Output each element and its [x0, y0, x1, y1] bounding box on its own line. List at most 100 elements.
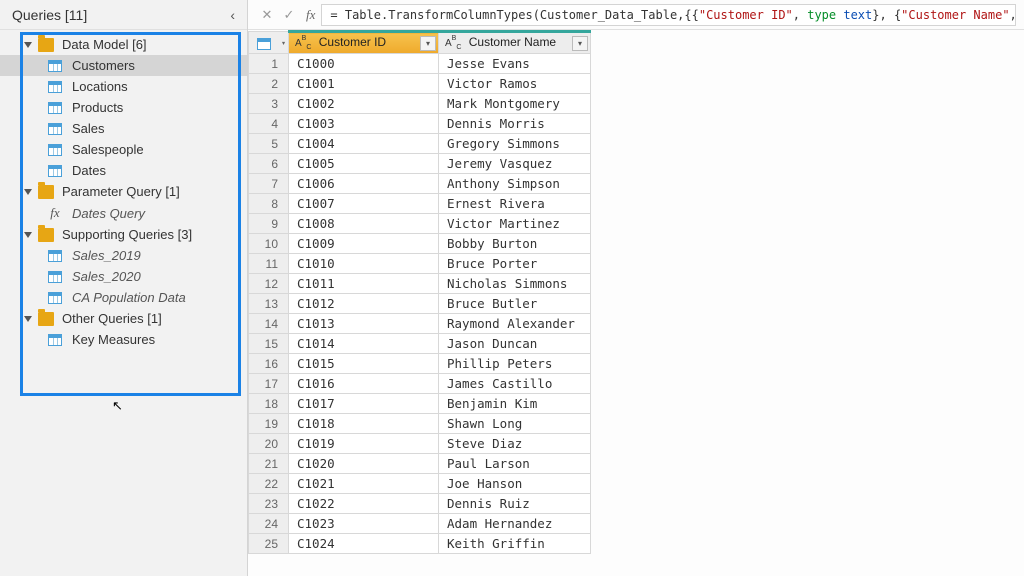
query-item[interactable]: Customers: [0, 55, 247, 76]
table-row[interactable]: 20C1019Steve Diaz: [249, 434, 591, 454]
table-row[interactable]: 14C1013Raymond Alexander: [249, 314, 591, 334]
cell-customer-id[interactable]: C1006: [289, 174, 439, 194]
table-row[interactable]: 6C1005Jeremy Vasquez: [249, 154, 591, 174]
cell-customer-id[interactable]: C1021: [289, 474, 439, 494]
table-row[interactable]: 17C1016James Castillo: [249, 374, 591, 394]
cell-customer-name[interactable]: Jesse Evans: [439, 54, 591, 74]
cell-customer-name[interactable]: Jeremy Vasquez: [439, 154, 591, 174]
table-row[interactable]: 2C1001Victor Ramos: [249, 74, 591, 94]
column-filter-button[interactable]: ▾: [420, 36, 436, 51]
table-row[interactable]: 9C1008Victor Martinez: [249, 214, 591, 234]
cell-customer-name[interactable]: Paul Larson: [439, 454, 591, 474]
table-row[interactable]: 7C1006Anthony Simpson: [249, 174, 591, 194]
cell-customer-name[interactable]: Steve Diaz: [439, 434, 591, 454]
cell-customer-id[interactable]: C1009: [289, 234, 439, 254]
cell-customer-name[interactable]: Raymond Alexander: [439, 314, 591, 334]
table-row[interactable]: 18C1017Benjamin Kim: [249, 394, 591, 414]
query-group[interactable]: Parameter Query [1]: [0, 181, 247, 202]
cell-customer-name[interactable]: Ernest Rivera: [439, 194, 591, 214]
query-group[interactable]: Data Model [6]: [0, 34, 247, 55]
cell-customer-id[interactable]: C1018: [289, 414, 439, 434]
table-row[interactable]: 15C1014Jason Duncan: [249, 334, 591, 354]
cell-customer-name[interactable]: Bruce Butler: [439, 294, 591, 314]
cell-customer-id[interactable]: C1005: [289, 154, 439, 174]
cell-customer-name[interactable]: Bruce Porter: [439, 254, 591, 274]
table-row[interactable]: 8C1007Ernest Rivera: [249, 194, 591, 214]
table-row[interactable]: 11C1010Bruce Porter: [249, 254, 591, 274]
cell-customer-id[interactable]: C1011: [289, 274, 439, 294]
query-item[interactable]: Sales: [0, 118, 247, 139]
table-row[interactable]: 10C1009Bobby Burton: [249, 234, 591, 254]
table-row[interactable]: 22C1021Joe Hanson: [249, 474, 591, 494]
cell-customer-name[interactable]: Adam Hernandez: [439, 514, 591, 534]
query-group[interactable]: Other Queries [1]: [0, 308, 247, 329]
table-row[interactable]: 25C1024Keith Griffin: [249, 534, 591, 554]
formula-input[interactable]: = Table.TransformColumnTypes(Customer_Da…: [321, 4, 1016, 26]
cell-customer-name[interactable]: Dennis Ruiz: [439, 494, 591, 514]
table-corner-cell[interactable]: ▾: [249, 32, 289, 54]
cancel-formula-button[interactable]: ✕: [256, 7, 278, 23]
cell-customer-id[interactable]: C1016: [289, 374, 439, 394]
table-row[interactable]: 4C1003Dennis Morris: [249, 114, 591, 134]
cell-customer-id[interactable]: C1001: [289, 74, 439, 94]
table-row[interactable]: 19C1018Shawn Long: [249, 414, 591, 434]
cell-customer-name[interactable]: Anthony Simpson: [439, 174, 591, 194]
cell-customer-name[interactable]: Victor Ramos: [439, 74, 591, 94]
cell-customer-id[interactable]: C1017: [289, 394, 439, 414]
cell-customer-name[interactable]: Victor Martinez: [439, 214, 591, 234]
query-item[interactable]: Key Measures: [0, 329, 247, 350]
query-item[interactable]: CA Population Data: [0, 287, 247, 308]
cell-customer-name[interactable]: Mark Montgomery: [439, 94, 591, 114]
cell-customer-name[interactable]: Bobby Burton: [439, 234, 591, 254]
cell-customer-name[interactable]: Shawn Long: [439, 414, 591, 434]
cell-customer-name[interactable]: Gregory Simmons: [439, 134, 591, 154]
cell-customer-name[interactable]: Joe Hanson: [439, 474, 591, 494]
cell-customer-id[interactable]: C1020: [289, 454, 439, 474]
cell-customer-name[interactable]: Nicholas Simmons: [439, 274, 591, 294]
query-item[interactable]: fxDates Query: [0, 202, 247, 224]
cell-customer-name[interactable]: James Castillo: [439, 374, 591, 394]
data-grid[interactable]: ▾ ABC Customer ID ▾ ABC Customer Name ▾ …: [248, 30, 1024, 576]
cell-customer-id[interactable]: C1010: [289, 254, 439, 274]
table-row[interactable]: 24C1023Adam Hernandez: [249, 514, 591, 534]
cell-customer-id[interactable]: C1014: [289, 334, 439, 354]
cell-customer-id[interactable]: C1022: [289, 494, 439, 514]
table-row[interactable]: 23C1022Dennis Ruiz: [249, 494, 591, 514]
query-item[interactable]: Salespeople: [0, 139, 247, 160]
cell-customer-id[interactable]: C1004: [289, 134, 439, 154]
cell-customer-name[interactable]: Phillip Peters: [439, 354, 591, 374]
query-item[interactable]: Dates: [0, 160, 247, 181]
query-item[interactable]: Locations: [0, 76, 247, 97]
column-header-customer-name[interactable]: ABC Customer Name ▾: [439, 32, 591, 54]
table-row[interactable]: 16C1015Phillip Peters: [249, 354, 591, 374]
table-row[interactable]: 12C1011Nicholas Simmons: [249, 274, 591, 294]
column-filter-button[interactable]: ▾: [572, 36, 588, 51]
table-row[interactable]: 3C1002Mark Montgomery: [249, 94, 591, 114]
cell-customer-id[interactable]: C1000: [289, 54, 439, 74]
cell-customer-id[interactable]: C1002: [289, 94, 439, 114]
query-item[interactable]: Products: [0, 97, 247, 118]
cell-customer-id[interactable]: C1012: [289, 294, 439, 314]
commit-formula-button[interactable]: ✓: [278, 7, 300, 23]
cell-customer-id[interactable]: C1013: [289, 314, 439, 334]
query-item[interactable]: Sales_2020: [0, 266, 247, 287]
cell-customer-id[interactable]: C1003: [289, 114, 439, 134]
query-group[interactable]: Supporting Queries [3]: [0, 224, 247, 245]
cell-customer-name[interactable]: Jason Duncan: [439, 334, 591, 354]
cell-customer-id[interactable]: C1019: [289, 434, 439, 454]
collapse-button[interactable]: ‹: [230, 7, 235, 23]
cell-customer-id[interactable]: C1015: [289, 354, 439, 374]
column-header-customer-id[interactable]: ABC Customer ID ▾: [289, 32, 439, 54]
table-row[interactable]: 21C1020Paul Larson: [249, 454, 591, 474]
query-item[interactable]: Sales_2019: [0, 245, 247, 266]
cell-customer-id[interactable]: C1008: [289, 214, 439, 234]
table-row[interactable]: 1C1000Jesse Evans: [249, 54, 591, 74]
cell-customer-id[interactable]: C1024: [289, 534, 439, 554]
table-row[interactable]: 5C1004Gregory Simmons: [249, 134, 591, 154]
table-row[interactable]: 13C1012Bruce Butler: [249, 294, 591, 314]
cell-customer-name[interactable]: Keith Griffin: [439, 534, 591, 554]
cell-customer-name[interactable]: Benjamin Kim: [439, 394, 591, 414]
cell-customer-name[interactable]: Dennis Morris: [439, 114, 591, 134]
cell-customer-id[interactable]: C1007: [289, 194, 439, 214]
cell-customer-id[interactable]: C1023: [289, 514, 439, 534]
